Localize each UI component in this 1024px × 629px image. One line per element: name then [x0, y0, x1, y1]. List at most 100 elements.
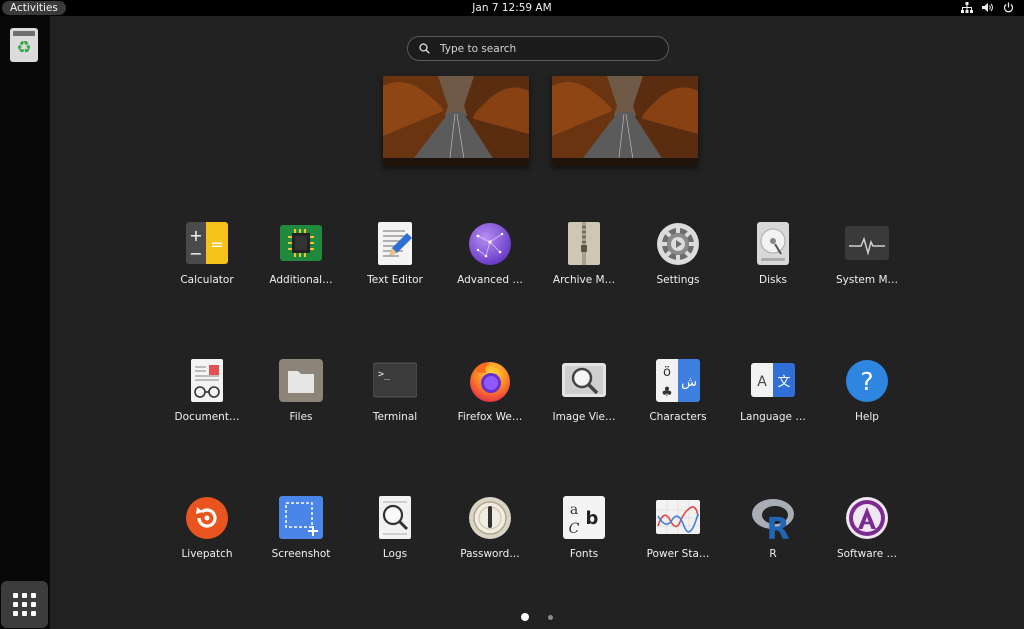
app-passwords[interactable]: Password… [445, 496, 535, 576]
app-calculator[interactable]: + − = Calculator [162, 222, 252, 302]
app-label: Language … [740, 411, 806, 423]
system-monitor-icon [845, 222, 889, 266]
language-icon: A 文 [751, 359, 795, 403]
power-statistics-icon [656, 496, 700, 540]
app-screenshot[interactable]: Screenshot [256, 496, 346, 576]
svg-text:b: b [586, 508, 599, 529]
page-indicator-1[interactable] [521, 613, 529, 621]
chip-icon [279, 222, 323, 266]
characters-icon: ö ♣ ش [656, 359, 700, 403]
app-help[interactable]: ? Help [822, 359, 912, 439]
grid-icon [13, 593, 36, 616]
app-label: Terminal [372, 411, 418, 423]
system-tray[interactable] [961, 2, 1014, 13]
app-disks[interactable]: Disks [728, 222, 818, 302]
svg-text:+: + [189, 226, 202, 245]
app-text-editor[interactable]: Text Editor [350, 222, 440, 302]
app-document-viewer[interactable]: Document… [162, 359, 252, 439]
svg-text:>_: >_ [378, 369, 391, 380]
calculator-icon: + − = [185, 222, 229, 266]
app-label: Image Vie… [552, 411, 616, 423]
power-icon[interactable] [1003, 2, 1014, 13]
svg-text:R: R [766, 512, 789, 540]
show-applications-button[interactable] [1, 581, 48, 628]
svg-text:ö: ö [663, 365, 671, 380]
document-viewer-icon [185, 359, 229, 403]
firefox-icon [468, 359, 512, 403]
logs-icon [373, 496, 417, 540]
app-label: Firefox We… [457, 411, 523, 423]
r-icon: R [751, 496, 795, 540]
dock: ♻ [0, 16, 50, 629]
trash-lid [13, 31, 35, 36]
text-editor-icon [373, 222, 417, 266]
app-label: Screenshot [271, 548, 331, 560]
app-software[interactable]: Software … [822, 496, 912, 576]
svg-text:a: a [570, 502, 578, 518]
advanced-icon [468, 222, 512, 266]
app-logs[interactable]: Logs [350, 496, 440, 576]
app-label: Fonts [569, 548, 599, 560]
top-bar: Activities Jan 7 12:59 AM [0, 0, 1024, 16]
app-label: Livepatch [181, 548, 233, 560]
app-r[interactable]: R R [728, 496, 818, 576]
app-language-support[interactable]: A 文 Language … [728, 359, 818, 439]
app-label: Archive M… [552, 274, 616, 286]
software-icon [845, 496, 889, 540]
app-livepatch[interactable]: Livepatch [162, 496, 252, 576]
fonts-icon: a C b [562, 496, 606, 540]
app-label: Characters [649, 411, 707, 423]
svg-text:文: 文 [777, 375, 790, 390]
image-viewer-icon [562, 359, 606, 403]
app-label: R [769, 548, 777, 560]
app-terminal[interactable]: >_ Terminal [350, 359, 440, 439]
app-fonts[interactable]: a C b Fonts [539, 496, 629, 576]
trash-dock-item[interactable]: ♻ [10, 28, 38, 62]
app-archive-manager[interactable]: Archive M… [539, 222, 629, 302]
app-label: Additional… [269, 274, 333, 286]
svg-text:A: A [757, 374, 767, 390]
app-additional-drivers[interactable]: Additional… [256, 222, 346, 302]
svg-text:C: C [569, 521, 580, 537]
app-firefox[interactable]: Firefox We… [445, 359, 535, 439]
app-power-statistics[interactable]: Power Sta… [633, 496, 723, 576]
svg-text:?: ? [860, 367, 873, 396]
app-system-monitor[interactable]: System M… [822, 222, 912, 302]
app-image-viewer[interactable]: Image Vie… [539, 359, 629, 439]
disks-icon [751, 222, 795, 266]
app-label: Document… [174, 411, 240, 423]
app-label: Advanced … [457, 274, 523, 286]
app-label: Calculator [180, 274, 234, 286]
app-settings[interactable]: Settings [633, 222, 723, 302]
app-label: Software … [836, 548, 898, 560]
svg-text:ش: ش [681, 375, 697, 390]
app-advanced[interactable]: Advanced … [445, 222, 535, 302]
search-icon [419, 43, 430, 54]
page-indicator-2[interactable] [548, 614, 553, 620]
network-icon[interactable] [961, 2, 973, 13]
help-icon: ? [845, 359, 889, 403]
app-label: Files [289, 411, 313, 423]
workspace-thumbnail-1[interactable] [383, 76, 529, 166]
clock[interactable]: Jan 7 12:59 AM [0, 0, 1024, 16]
search-input[interactable] [440, 40, 660, 58]
app-files[interactable]: Files [256, 359, 346, 439]
app-label: System M… [835, 274, 899, 286]
archive-icon [562, 222, 606, 266]
app-label: Power Sta… [646, 548, 710, 560]
workspace-thumbnail-2[interactable] [552, 76, 698, 166]
app-label: Password… [460, 548, 520, 560]
files-icon [279, 359, 323, 403]
recycle-icon: ♻ [16, 38, 32, 58]
app-label: Text Editor [367, 274, 423, 286]
volume-icon[interactable] [982, 2, 994, 13]
app-label: Help [855, 411, 879, 423]
search-bar[interactable] [407, 36, 669, 61]
app-label: Logs [382, 548, 408, 560]
settings-icon [656, 222, 700, 266]
app-label: Settings [656, 274, 700, 286]
screenshot-icon [279, 496, 323, 540]
terminal-icon: >_ [373, 359, 417, 403]
svg-text:−: − [189, 244, 202, 263]
app-characters[interactable]: ö ♣ ش Characters [633, 359, 723, 439]
